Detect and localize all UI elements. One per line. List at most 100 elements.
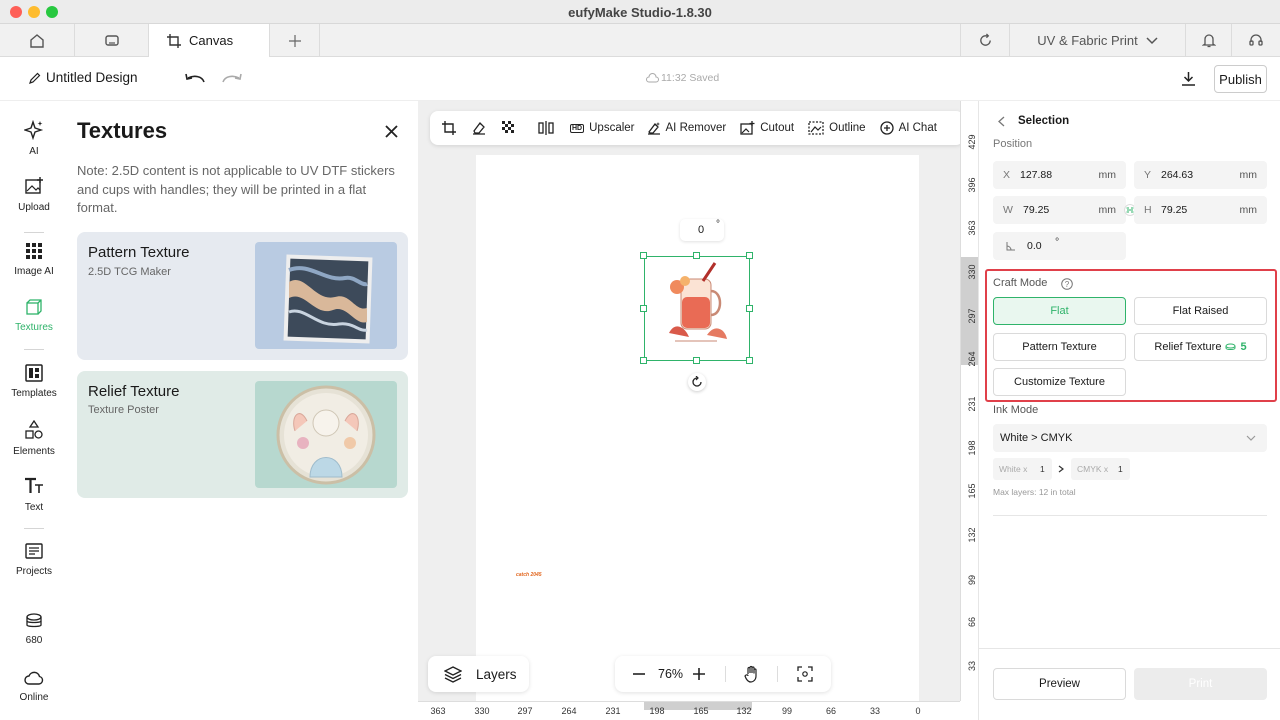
download-icon[interactable] [1181,71,1196,86]
rail-item-online[interactable]: Online [0,670,68,703]
horizontal-ruler: 363 330 297 264 231 198 165 132 99 66 33… [418,701,960,720]
y-key: Y [1144,169,1152,181]
print-mode-label: UV & Fabric Print [1037,33,1138,48]
ruler-tick-label: 66 [825,706,836,716]
close-icon[interactable] [385,125,398,138]
coins-icon [26,613,42,628]
chevron-left-icon[interactable] [998,116,1005,127]
rotation-value: 0 [698,224,705,236]
publish-button[interactable]: Publish [1214,65,1267,93]
white-layer-count[interactable]: White x 1 [993,458,1052,480]
grid-icon [26,243,42,259]
support-button[interactable] [1232,24,1280,57]
y-position-field[interactable]: Y 264.63 mm [1134,161,1267,189]
rail-label-credits: 680 [25,635,43,646]
rail-item-text[interactable]: Text [0,476,68,513]
tab-messages[interactable] [75,24,149,57]
angle-field[interactable]: 0.0 ° [993,232,1126,260]
rail-item-projects[interactable]: Projects [0,542,68,577]
notifications-button[interactable] [1186,24,1232,57]
selected-design-image[interactable] [644,256,750,361]
design-name[interactable]: Untitled Design [46,70,138,85]
pattern-texture-thumbnail [255,242,397,349]
rail-item-credits[interactable]: 680 [0,613,68,646]
resize-handle[interactable] [746,305,753,312]
sparkle-icon [22,119,44,141]
help-icon[interactable]: ? [1061,278,1073,290]
upscaler-button[interactable]: HD Upscaler [570,122,635,134]
height-field[interactable]: H 79.25 mm [1134,196,1267,224]
zoom-level[interactable]: 76% [658,667,683,681]
print-button[interactable]: Print [1134,668,1267,700]
rotate-handle[interactable] [688,373,706,391]
undo-icon[interactable] [184,72,206,84]
rail-item-templates[interactable]: Templates [0,364,68,399]
ruler-tick-label: 363 [430,706,446,716]
craft-option-flat-raised[interactable]: Flat Raised [1134,297,1267,325]
image-toolbar: HD Upscaler AI Remover Cutout Outline AI… [430,111,964,145]
unit-label: mm [1239,204,1258,216]
zoom-in-icon[interactable] [693,668,705,680]
resize-handle[interactable] [693,252,700,259]
divider [979,648,1280,649]
ai-chat-icon [879,121,894,135]
resize-handle[interactable] [746,252,753,259]
canvas-workspace[interactable] [418,101,960,705]
x-position-field[interactable]: X 127.88 mm [993,161,1126,189]
redo-icon[interactable] [221,72,243,84]
outline-button[interactable]: Outline [808,121,866,135]
craft-option-pattern-texture[interactable]: Pattern Texture [993,333,1126,361]
fit-screen-icon[interactable] [797,666,813,682]
w-key: W [1003,204,1013,216]
craft-option-flat[interactable]: Flat [993,297,1126,325]
window-title: eufyMake Studio-1.8.30 [568,5,712,20]
flip-icon[interactable] [538,121,554,135]
ai-chat-label: AI Chat [898,122,937,134]
ai-remover-button[interactable]: AI Remover [647,121,726,135]
cutout-button[interactable]: Cutout [740,121,794,135]
rotate-icon [692,376,702,387]
craft-option-relief-texture[interactable]: Relief Texture 5 [1134,333,1267,361]
resize-handle[interactable] [640,305,647,312]
ruler-tick-label: 330 [474,706,490,716]
pencil-icon [29,72,41,84]
tab-canvas[interactable]: Canvas [149,24,270,57]
ink-mode-select[interactable]: White > CMYK [993,424,1267,452]
cmyk-layer-count[interactable]: CMYK x 1 [1071,458,1130,480]
new-tab-button[interactable] [270,24,320,57]
texture-card-relief[interactable]: Relief Texture Texture Poster [77,371,408,498]
layers-button[interactable]: Layers [428,656,529,692]
crop-icon[interactable] [442,121,456,135]
rail-item-textures[interactable]: Textures [0,298,68,333]
rail-item-ai[interactable]: AI [0,119,68,157]
print-mode-dropdown[interactable]: UV & Fabric Print [1010,24,1186,57]
rail-item-elements[interactable]: Elements [0,419,68,457]
craft-option-customize-texture[interactable]: Customize Texture [993,368,1126,396]
canvas-small-text[interactable]: catch 2045 [516,572,542,578]
cutout-label: Cutout [760,122,795,134]
resize-handle[interactable] [640,357,647,364]
resize-handle[interactable] [746,357,753,364]
ai-chat-button[interactable]: AI Chat [879,121,937,135]
tab-home[interactable] [0,24,75,57]
resize-handle[interactable] [640,252,647,259]
rail-item-upload[interactable]: Upload [0,176,68,213]
texture-card-pattern[interactable]: Pattern Texture 2.5D TCG Maker [77,232,408,360]
zoom-out-icon[interactable] [633,673,645,675]
eraser-icon[interactable] [472,121,486,135]
refresh-button[interactable] [960,24,1010,57]
resize-handle[interactable] [693,357,700,364]
drink-illustration [669,262,727,342]
outline-label: Outline [829,122,866,134]
transparency-icon[interactable] [502,121,516,135]
rail-item-image-ai[interactable]: Image AI [0,242,68,277]
rail-label-upload: Upload [18,202,50,213]
relief-credit-cost: 5 [1240,341,1247,353]
vertical-ruler: 429 396 363 330 297 264 231 198 165 132 … [960,101,979,701]
width-field[interactable]: W 79.25 mm [993,196,1126,224]
preview-button[interactable]: Preview [993,668,1126,700]
h-value: 79.25 [1161,204,1188,216]
hand-icon[interactable] [744,665,760,683]
h-key: H [1144,204,1152,216]
upscaler-label: Upscaler [589,122,635,134]
